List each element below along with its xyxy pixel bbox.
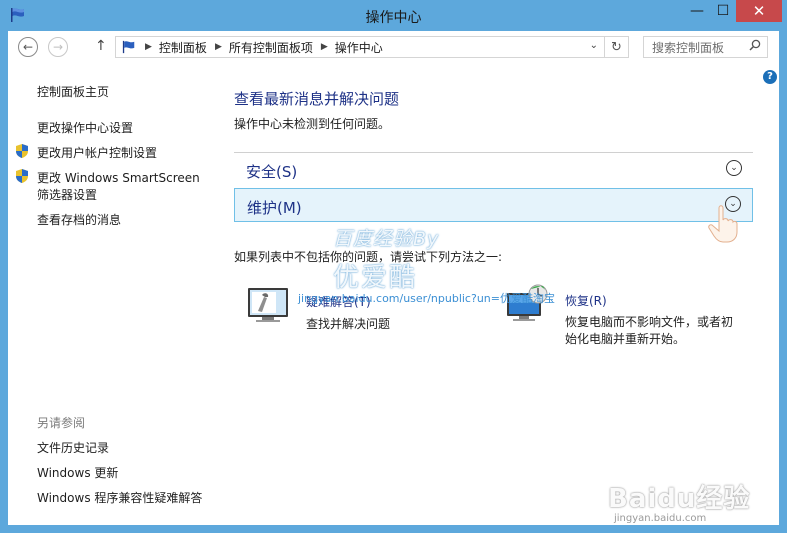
see-also-heading: 另请参阅 xyxy=(37,416,86,430)
window-title: 操作中心 xyxy=(365,10,422,26)
baidu-watermark-url: jingyan.baidu.com xyxy=(614,513,707,524)
breadcrumb-all-items[interactable]: 所有控制面板项 xyxy=(229,39,313,56)
breadcrumb-action-center[interactable]: 操作中心 xyxy=(335,39,383,56)
flag-icon xyxy=(122,40,135,54)
address-bar[interactable]: ▶ 控制面板 ▶ 所有控制面板项 ▶ 操作中心 ⌄ xyxy=(115,36,605,58)
up-button[interactable]: ↑ xyxy=(95,38,107,54)
window-content: ← → ↑ ▶ 控制面板 ▶ 所有控制面板项 ▶ 操作中心 ⌄ ↻ 搜索控制面板 xyxy=(8,31,779,525)
chevron-right-icon[interactable]: ▶ xyxy=(215,42,222,52)
troubleshoot-icon[interactable] xyxy=(246,285,290,325)
sidebar-link-home[interactable]: 控制面板主页 xyxy=(37,83,109,100)
watermark-text: 百度经验By xyxy=(333,228,440,250)
troubleshoot-description: 查找并解决问题 xyxy=(306,317,391,331)
see-also-windows-update[interactable]: Windows 更新 xyxy=(37,464,118,481)
navigation-bar: ← → ↑ ▶ 控制面板 ▶ 所有控制面板项 ▶ 操作中心 ⌄ ↻ 搜索控制面板 xyxy=(8,31,779,65)
chevron-right-icon[interactable]: ▶ xyxy=(145,42,152,52)
sidebar-link-smartscreen[interactable]: 更改 Windows SmartScreen xyxy=(37,169,200,186)
sidebar-link-smartscreen-line2[interactable]: 筛选器设置 xyxy=(37,186,97,203)
search-icon[interactable] xyxy=(749,39,761,51)
refresh-button[interactable]: ↻ xyxy=(605,36,629,58)
forward-button[interactable]: → xyxy=(48,37,68,57)
back-button[interactable]: ← xyxy=(18,37,38,57)
window-frame: 操作中心 — ☐ ✕ ← → ↑ ▶ 控制面板 ▶ 所有控制面板项 ▶ 操作中心… xyxy=(0,0,787,533)
minimize-button[interactable]: — xyxy=(684,0,710,22)
see-also-file-history[interactable]: 文件历史记录 xyxy=(37,439,109,456)
uac-shield-icon xyxy=(16,144,28,158)
baidu-watermark: Baidu经验 xyxy=(608,484,751,514)
maximize-button[interactable]: ☐ xyxy=(710,0,736,22)
section-maintenance-label: 维护(M) xyxy=(247,199,302,217)
watermark-url: jingyan.baidu.com/user/npublic?un=优爱酷淘宝 xyxy=(298,292,555,305)
section-security[interactable]: 安全(S) ⌄ xyxy=(234,153,753,187)
see-also-compat-troubleshooter[interactable]: Windows 程序兼容性疑难解答 xyxy=(37,489,202,506)
search-box[interactable]: 搜索控制面板 xyxy=(643,36,768,58)
sidebar-link-uac[interactable]: 更改用户帐户控制设置 xyxy=(37,144,157,161)
close-button[interactable]: ✕ xyxy=(736,0,782,22)
recovery-link[interactable]: 恢复(R) xyxy=(565,292,607,309)
help-icon[interactable]: ? xyxy=(763,70,777,84)
breadcrumb-control-panel[interactable]: 控制面板 xyxy=(159,39,207,56)
watermark-logo: 优爱酷 xyxy=(333,263,418,293)
chevron-down-icon[interactable]: ⌄ xyxy=(726,160,742,176)
page-title: 查看最新消息并解决问题 xyxy=(234,90,400,108)
section-maintenance[interactable]: 维护(M) ⌄ xyxy=(234,188,753,222)
title-bar[interactable]: 操作中心 — ☐ ✕ xyxy=(0,0,787,31)
sidebar-link-change-settings[interactable]: 更改操作中心设置 xyxy=(37,119,133,136)
chevron-right-icon[interactable]: ▶ xyxy=(321,42,328,52)
recovery-description: 恢复电脑而不影响文件，或者初始化电脑并重新开始。 xyxy=(565,315,734,346)
search-input[interactable]: 搜索控制面板 xyxy=(652,39,724,56)
sidebar-link-archived-messages[interactable]: 查看存档的消息 xyxy=(37,211,121,228)
hand-pointer-icon xyxy=(708,205,738,243)
status-message: 操作中心未检测到任何问题。 xyxy=(234,117,391,131)
section-security-label: 安全(S) xyxy=(246,163,298,181)
uac-shield-icon xyxy=(16,169,28,183)
address-dropdown-button[interactable]: ⌄ xyxy=(590,40,598,51)
